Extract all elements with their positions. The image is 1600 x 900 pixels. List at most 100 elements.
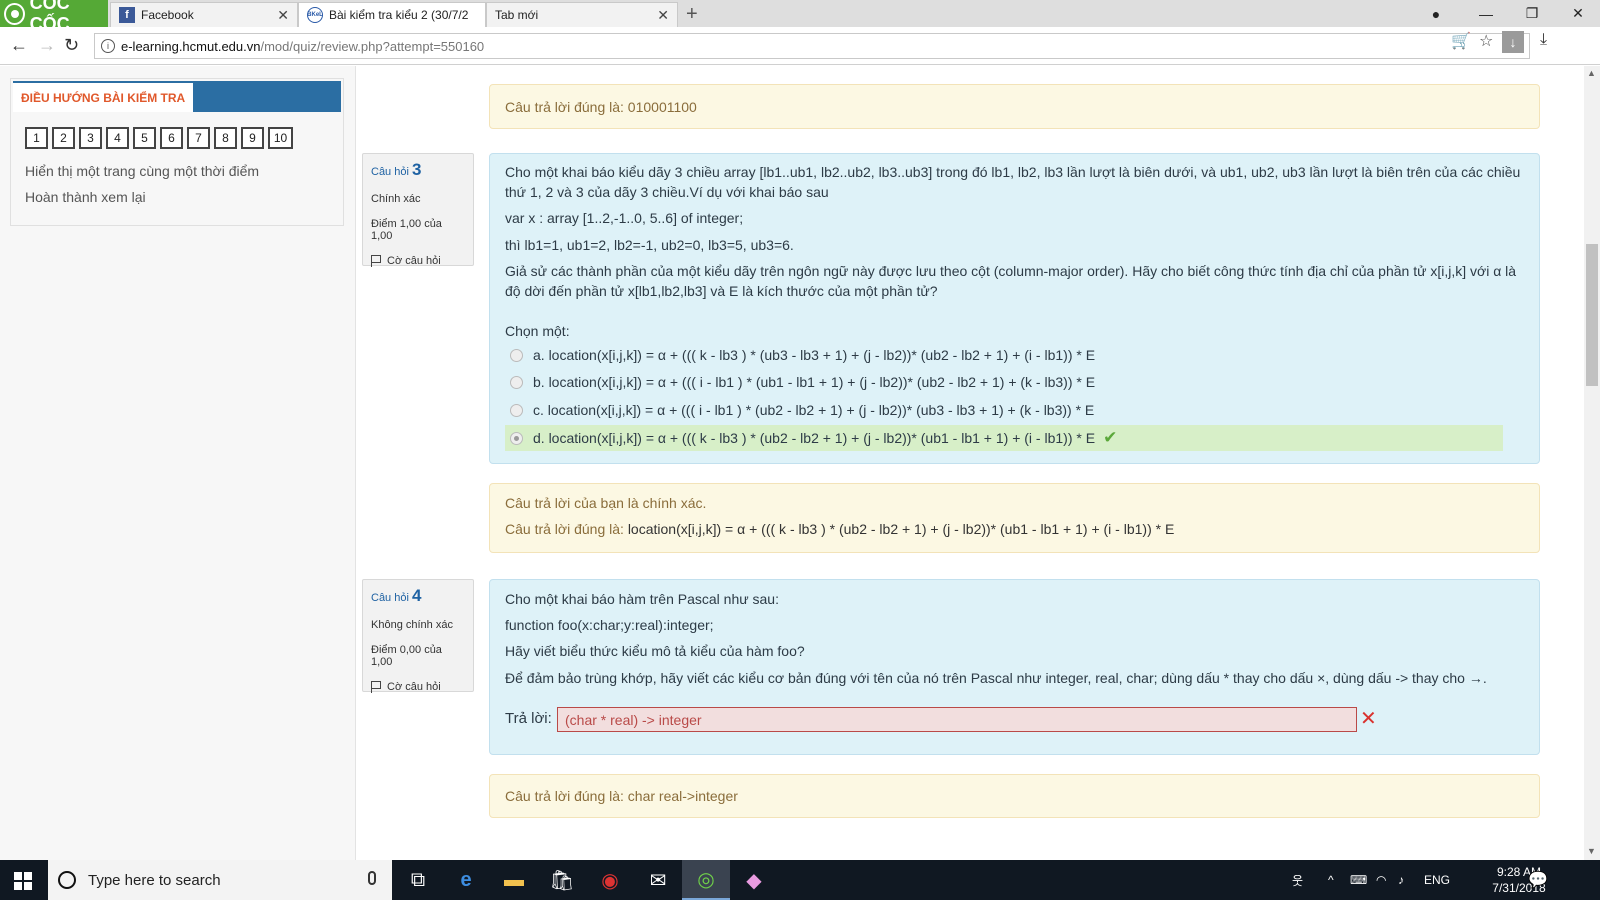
left-sidebar: ĐIỀU HƯỚNG BÀI KIỂM TRA 1 2 3 4 5 6 7 8 … [0,66,356,860]
answer-input[interactable]: (char * real) -> integer [557,707,1357,732]
radio-button[interactable] [510,403,523,417]
volume-icon[interactable]: ♪ [1398,860,1404,900]
question-text: độ dời đến phần tử x[lb1,lb2,lb3] và E l… [505,283,938,299]
game-app-icon[interactable]: ◉ [586,860,634,900]
feedback-correct-text: Câu trả lời của bạn là chính xác. [505,495,707,511]
file-explorer-icon[interactable]: ▬ [490,860,538,900]
option-text: d. location(x[i,j,k]) = α + ((( k - lb3 … [533,430,1096,446]
restore-button[interactable]: ❐ [1510,0,1554,27]
question-nav-button[interactable]: 2 [52,127,75,149]
mail-icon[interactable]: ✉ [634,860,682,900]
question-body-3: Cho một khai báo kiểu dãy 3 chiều array … [489,153,1540,464]
question-nav-button[interactable]: 10 [268,127,293,149]
block-title: ĐIỀU HƯỚNG BÀI KIỂM TRA [13,83,194,112]
finish-review-link[interactable]: Hoàn thành xem lại [25,189,146,205]
answer-option-a[interactable]: a. location(x[i,j,k]) = α + ((( k - lb3 … [505,342,1503,368]
flag-icon [371,681,381,693]
language-indicator[interactable]: ENG [1424,860,1450,900]
coccoc-logo[interactable]: CỐC CỐC [0,0,108,34]
incorrect-x-icon: ✕ [1360,708,1377,730]
answer-option-d[interactable]: d. location(x[i,j,k]) = α + ((( k - lb3 … [505,425,1503,451]
url-input[interactable]: i e-learning.hcmut.edu.vn /mod/quiz/revi… [94,33,1530,59]
right-answer: Câu trả lời đúng là: location(x[i,j,k]) … [505,521,1174,537]
question-text: Hãy viết biểu thức kiểu mô tả kiểu của h… [505,643,805,659]
search-placeholder: Type here to search [88,871,221,889]
flag-question-button[interactable]: Cờ câu hỏi [371,255,465,267]
new-tab-button[interactable]: + [686,3,698,26]
tab-quiz[interactable]: BKeL Bài kiểm tra kiểu 2 (30/7/2 [298,2,486,27]
correct-answer-text: Câu trả lời đúng là: 010001100 [505,98,697,115]
facebook-icon: f [119,7,135,23]
info-icon[interactable]: i [101,39,115,53]
question-nav-button[interactable]: 6 [160,127,183,149]
url-host: e-learning.hcmut.edu.vn [121,38,261,54]
scroll-down-icon[interactable]: ▼ [1587,846,1596,856]
tab-facebook[interactable]: f Facebook ✕ [110,2,298,27]
main-content: Câu trả lời đúng là: 010001100 Câu hỏi 3… [356,66,1584,860]
question-label: Câu hỏi [371,166,409,178]
flag-label: Cờ câu hỏi [387,681,441,693]
wifi-icon[interactable]: ◠ [1376,860,1386,900]
input-method-icon[interactable]: ⌨ [1350,860,1367,900]
question-nav-button[interactable]: 5 [133,127,156,149]
prev-correct-answer: Câu trả lời đúng là: 010001100 [489,84,1540,129]
question-text: function foo(x:char;y:real):integer; [505,617,714,633]
question-text: Cho một khai báo kiểu dãy 3 chiều array … [505,164,1521,180]
url-path: /mod/quiz/review.php?attempt=550160 [260,38,485,54]
close-window-button[interactable]: ✕ [1556,0,1600,27]
downloads-icon[interactable]: ⤓ [1540,31,1547,49]
question-text: Giả sử các thành phần của một kiểu dãy t… [505,263,1517,279]
windows-start-icon[interactable] [14,872,32,890]
show-hidden-icons[interactable]: ^ [1328,860,1334,900]
notifications-icon[interactable]: 💬 [1528,860,1548,900]
show-one-page-link[interactable]: Hiển thị một trang cùng một thời điểm [25,163,259,179]
taskbar-search[interactable]: Type here to search [48,860,392,900]
edge-icon[interactable]: e [442,860,490,900]
question-number: 4 [411,586,422,605]
people-icon[interactable]: 웃 [1292,860,1303,900]
page-scrollbar[interactable]: ▲ ▼ [1584,66,1600,860]
question-nav-button[interactable]: 1 [25,127,48,149]
flag-icon [371,255,381,267]
answer-label: Trả lời: [505,710,552,727]
question-nav-button[interactable]: 4 [106,127,129,149]
question-nav-button[interactable]: 8 [214,127,237,149]
option-text: c. location(x[i,j,k]) = α + ((( i - lb1 … [533,402,1095,418]
scrollbar-thumb[interactable] [1586,244,1598,386]
question-nav-button[interactable]: 3 [79,127,102,149]
savefrom-download-icon[interactable]: ↓ [1502,31,1524,53]
tab-new[interactable]: Tab mới ✕ [486,2,678,27]
reload-icon[interactable]: ↻ [64,35,79,56]
profile-icon[interactable]: ● [1414,0,1458,27]
microphone-icon[interactable] [368,871,376,885]
page-viewport: ĐIỀU HƯỚNG BÀI KIỂM TRA 1 2 3 4 5 6 7 8 … [0,66,1584,860]
question-text: Cho một khai báo hàm trên Pascal như sau… [505,591,779,607]
back-icon[interactable]: ← [10,35,28,56]
option-text: a. location(x[i,j,k]) = α + ((( k - lb3 … [533,347,1096,363]
radio-button-selected[interactable] [510,431,523,445]
quiz-navigation-block: ĐIỀU HƯỚNG BÀI KIỂM TRA 1 2 3 4 5 6 7 8 … [10,78,344,226]
minimize-button[interactable]: — [1464,0,1508,27]
question-info-3: Câu hỏi 3 Chính xác Điểm 1,00 của 1,00 C… [362,153,474,267]
scroll-up-icon[interactable]: ▲ [1587,68,1596,78]
question-text: thứ 1, 2 và 3 của dãy 3 chiều.Ví dụ với … [505,184,829,200]
question-state: Chính xác [371,193,421,205]
close-icon[interactable]: ✕ [277,7,289,24]
question-state: Không chính xác [371,619,453,631]
radio-button[interactable] [510,348,523,362]
correct-check-icon: ✔ [1103,428,1118,447]
shopping-cart-icon[interactable]: 🛒 [1451,31,1471,51]
question-nav-button[interactable]: 7 [187,127,210,149]
answer-option-c[interactable]: c. location(x[i,j,k]) = α + ((( i - lb1 … [505,397,1503,423]
bookmark-star-icon[interactable]: ☆ [1479,31,1493,51]
radio-button[interactable] [510,375,523,389]
store-icon[interactable]: 🛍 [538,860,586,900]
flag-question-button[interactable]: Cờ câu hỏi [371,681,465,693]
coccoc-taskbar-icon[interactable]: ◎ [682,860,730,900]
forward-icon[interactable]: → [38,35,56,56]
question-nav-button[interactable]: 9 [241,127,264,149]
close-icon[interactable]: ✕ [657,7,669,24]
task-view-icon[interactable]: ⧉ [394,860,442,900]
paint-icon[interactable]: ◆ [730,860,778,900]
answer-option-b[interactable]: b. location(x[i,j,k]) = α + ((( i - lb1 … [505,369,1503,395]
